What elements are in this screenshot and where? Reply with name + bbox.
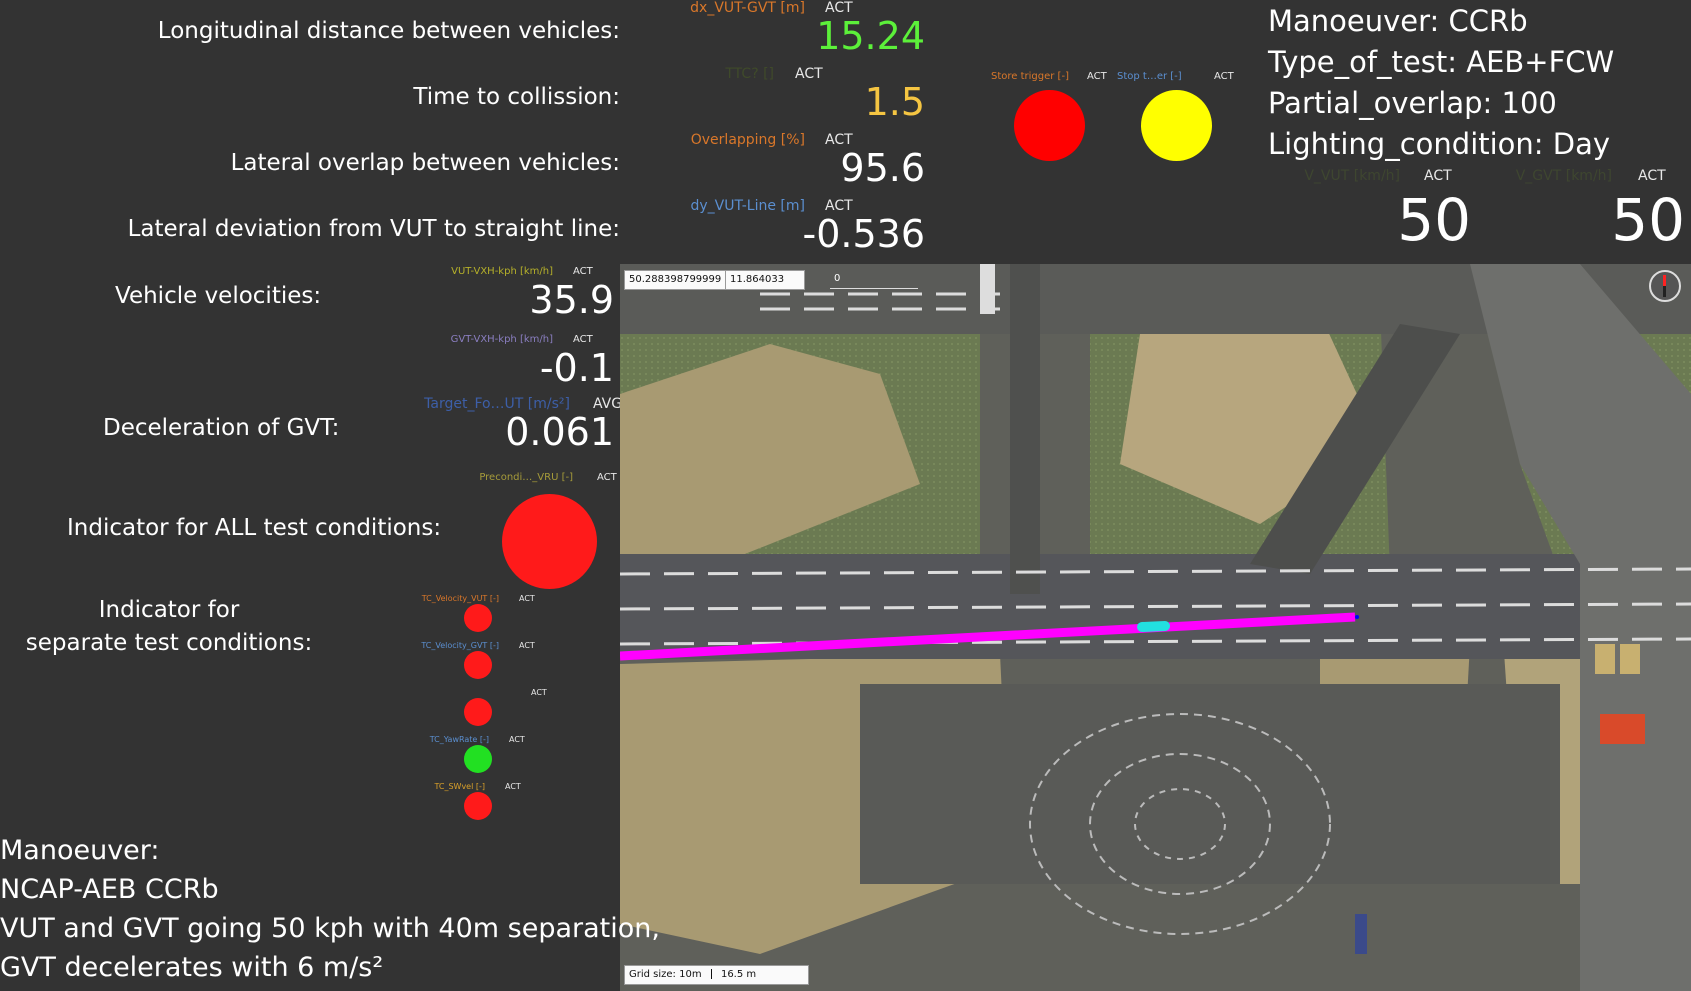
signal-gvt-velocity-value: -0.1 [539, 346, 614, 390]
label-vehicle-velocities: Vehicle velocities: [115, 283, 322, 309]
note-line-4: GVT decelerates with 6 m/s² [0, 952, 384, 983]
test-info-type: Type_of_test: AEB+FCW [1268, 45, 1615, 79]
map-third-field[interactable]: 0 [830, 270, 918, 289]
speed-gvt-mode: ACT [1638, 168, 1666, 184]
stop-trigger-name: Stop t…er [-] [1117, 71, 1182, 82]
store-trigger-mode: ACT [1087, 71, 1107, 82]
signal-vut-velocity-name: VUT-VXH-kph [km/h] [451, 266, 553, 277]
signal-ttc-value: 1.5 [864, 80, 925, 124]
stop-trigger-indicator [1141, 90, 1212, 161]
tc-velocity-gvt-mode: ACT [519, 641, 535, 650]
signal-vut-velocity-mode: ACT [573, 266, 593, 277]
label-time-to-collision: Time to collission: [413, 84, 620, 110]
tc-3-indicator [464, 698, 492, 726]
all-conditions-indicator [502, 494, 597, 589]
tc-velocity-vut-name: TC_Velocity_VUT [-] [421, 594, 499, 603]
label-indicator-all: Indicator for ALL test conditions: [67, 515, 442, 541]
test-info-lighting: Lighting_condition: Day [1268, 127, 1611, 161]
speed-vut-name: V_VUT [km/h] [1304, 168, 1400, 184]
test-info-overlap: Partial_overlap: 100 [1268, 86, 1557, 120]
compass-icon[interactable] [1649, 270, 1681, 302]
label-lateral-overlap: Lateral overlap between vehicles: [230, 150, 620, 176]
speed-vut-mode: ACT [1424, 168, 1452, 184]
store-trigger-indicator [1014, 90, 1085, 161]
signal-gvt-velocity-name: GVT-VXH-kph [km/h] [450, 334, 553, 345]
map-longitude-field[interactable]: 11.864033 [725, 270, 805, 290]
signal-dy-name: dy_VUT-Line [m] [690, 198, 805, 214]
signal-dy-value: -0.536 [802, 212, 926, 256]
tc-velocity-gvt-name: TC_Velocity_GVT [-] [421, 641, 499, 650]
signal-target-force-value: 0.061 [505, 410, 614, 454]
signal-ttc-mode: ACT [795, 66, 823, 82]
test-info-manoeuver: Manoeuver: CCRb [1268, 4, 1528, 38]
tc-swvel-mode: ACT [505, 782, 521, 791]
speed-vut-value: 50 [1397, 186, 1471, 254]
tc-swvel-name: TC_SWvel [-] [434, 782, 485, 791]
tc-yawrate-mode: ACT [509, 735, 525, 744]
vehicle-marker [1137, 621, 1170, 632]
tc-yawrate-name: TC_YawRate [-] [429, 735, 489, 744]
aerial-map-image [620, 264, 1691, 991]
tc-swvel-indicator [464, 792, 492, 820]
stop-trigger-mode: ACT [1214, 71, 1234, 82]
map-latitude-field[interactable]: 50.288398799999 [624, 270, 729, 290]
signal-dx-value: 15.24 [816, 14, 925, 58]
note-line-3: VUT and GVT going 50 kph with 40m separa… [0, 913, 660, 944]
signal-precond-mode: ACT [597, 472, 617, 483]
note-line-2: NCAP-AEB CCRb [0, 874, 219, 905]
signal-gvt-velocity-mode: ACT [573, 334, 593, 345]
tc-3-mode: ACT [531, 688, 547, 697]
signal-vut-velocity-value: 35.9 [529, 278, 614, 322]
grid-size-label: Grid size: 10m [629, 969, 702, 980]
map-view[interactable]: 50.288398799999 11.864033 0 Grid size: 1… [620, 264, 1691, 991]
label-indicator-separate-2: separate test conditions: [25, 630, 313, 656]
label-longitudinal-distance: Longitudinal distance between vehicles: [157, 18, 620, 44]
tc-velocity-vut-mode: ACT [519, 594, 535, 603]
signal-precond-name: Precondi…_VRU [-] [479, 472, 573, 483]
speed-gvt-name: V_GVT [km/h] [1515, 168, 1612, 184]
tc-velocity-vut-indicator [464, 604, 492, 632]
map-scalebar: Grid size: 10m 16.5 m [624, 965, 809, 985]
tc-velocity-gvt-indicator [464, 651, 492, 679]
speed-gvt-value: 50 [1611, 186, 1685, 254]
scale-length-label: 16.5 m [720, 969, 757, 980]
signal-overlap-value: 95.6 [840, 146, 925, 190]
label-lateral-deviation: Lateral deviation from VUT to straight l… [127, 216, 620, 242]
signal-overlap-name: Overlapping [%] [690, 132, 805, 148]
signal-ttc-name: TTC? [] [725, 66, 774, 82]
tc-yawrate-indicator [464, 745, 492, 773]
label-indicator-separate-1: Indicator for [98, 597, 240, 623]
note-line-1: Manoeuver: [0, 835, 160, 866]
signal-dx-name: dx_VUT-GVT [m] [690, 0, 805, 16]
label-deceleration-gvt: Deceleration of GVT: [103, 415, 340, 441]
store-trigger-name: Store trigger [-] [991, 71, 1069, 82]
